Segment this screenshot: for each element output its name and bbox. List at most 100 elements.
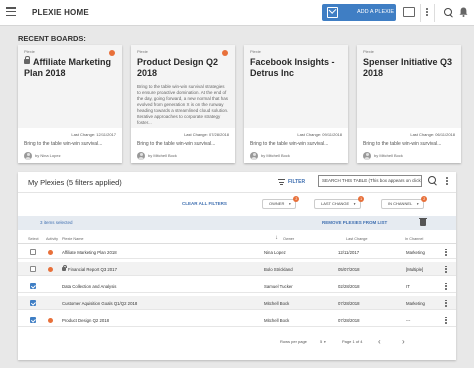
column-header-channel[interactable]: In Channel	[405, 237, 423, 241]
board-card[interactable]: Plexie Facebook Insights - Detrus Inc Last…	[244, 45, 348, 163]
present-icon[interactable]	[403, 7, 415, 17]
board-summary: Bring to the table win-win survival...	[363, 141, 442, 147]
add-plexie-button[interactable]: ADD A PLEXIE	[322, 4, 396, 21]
table-row[interactable]: Product Design Q2 2018 Mitchell Bock 07/28…	[18, 313, 456, 327]
plexie-name[interactable]: Data Collection and Analysis	[62, 284, 116, 289]
add-plexie-label: ADD A PLEXIE	[357, 9, 394, 15]
board-owner: by Mitchell Bock	[363, 151, 403, 160]
table-row[interactable]: Financial Report Q3 2017 Bolo Strickland 0…	[18, 262, 456, 276]
row-checkbox[interactable]	[30, 282, 36, 289]
add-plexie-icon	[327, 7, 338, 18]
sort-arrow-icon[interactable]: ↓	[275, 235, 278, 241]
board-owner-name: by Mitchell Bock	[148, 153, 177, 158]
column-header-activity[interactable]: Activity	[46, 237, 58, 241]
rows-per-page-select[interactable]: 5 ▼	[320, 339, 326, 344]
search-icon[interactable]	[444, 8, 453, 17]
board-summary: Bring to the table win-win survival...	[250, 141, 329, 147]
filter-count-badge: 1	[358, 196, 365, 202]
chevron-down-icon: ▼	[323, 340, 327, 344]
row-checkbox[interactable]	[30, 265, 36, 272]
filter-button[interactable]: FILTER	[288, 179, 305, 185]
plexie-name[interactable]: Affiliate Marketing Plan 2018	[62, 250, 117, 255]
plexie-name[interactable]: Customer Aquisition Goals Q1/Q2 2018	[62, 301, 137, 306]
owner-cell: Nina Lopez	[264, 249, 286, 255]
more-icon[interactable]	[445, 316, 448, 326]
last-change-filter[interactable]: LAST CHANGE ▼ 1	[314, 196, 365, 209]
plexie-name-cell: Customer Aquisition Goals Q1/Q2 2018	[62, 301, 137, 306]
column-header-last-change[interactable]: Last Change	[346, 237, 368, 241]
board-title-text: Affiliate Marketing Plan 2018	[24, 57, 112, 78]
more-icon[interactable]	[445, 248, 448, 258]
board-card[interactable]: Plexie Product Design Q2 2018 Bring to the…	[131, 45, 235, 163]
board-title-text: Spenser Initiative Q3 2018	[363, 57, 453, 78]
clear-all-filters-link[interactable]: CLEAR ALL FILTERS	[182, 201, 227, 206]
trash-icon[interactable]	[419, 217, 427, 226]
app-title: PLEXIE HOME	[32, 8, 89, 17]
filter-icon[interactable]	[278, 179, 285, 185]
more-icon[interactable]	[426, 8, 429, 17]
channel-cell: IT	[406, 283, 410, 289]
board-summary: Bring to the table win-win survival...	[137, 141, 216, 147]
in-channel-filter[interactable]: IN CHANNEL ▼ 2	[381, 196, 428, 209]
board-card[interactable]: Plexie Spenser Initiative Q3 2018 Last Cha…	[357, 45, 461, 163]
board-card-footer: Last Change: 07/28/2018 Bring to the tabl…	[131, 128, 235, 163]
next-page-icon[interactable]: ›	[402, 337, 405, 346]
board-title: Product Design Q2 2018	[137, 57, 229, 78]
previous-page-icon[interactable]: ‹	[378, 337, 381, 346]
avatar	[137, 151, 145, 160]
last-change-cell: 12/11/2017	[338, 249, 360, 255]
avatar	[363, 151, 371, 160]
owner-filter-label: OWNER	[269, 201, 285, 206]
more-icon[interactable]	[445, 299, 448, 309]
row-checkbox[interactable]	[30, 299, 36, 306]
filter-count-badge: 2	[293, 196, 300, 202]
board-owner-name: by Mitchell Bock	[374, 153, 403, 158]
board-owner: by Nina Lopez	[24, 151, 61, 160]
menu-icon[interactable]	[6, 7, 16, 17]
owner-cell: Bolo Strickland	[264, 266, 293, 272]
filters-row: CLEAR ALL FILTERS OWNER ▼ 2 LAST CHANGE ▼ …	[18, 192, 456, 212]
board-card-footer: Last Change: 12/11/2017 Bring to the tabl…	[18, 128, 122, 163]
notifications-icon[interactable]	[459, 7, 468, 17]
table-title: My Plexies (5 filters applied)	[28, 178, 122, 187]
column-header-owner[interactable]: Owner	[283, 237, 294, 241]
row-checkbox[interactable]	[30, 316, 36, 323]
board-card[interactable]: Plexie Affiliate Marketing Plan 2018 Last …	[18, 45, 122, 163]
search-icon[interactable]	[428, 176, 437, 185]
board-type: Plexie	[137, 49, 148, 54]
table-search-input[interactable]: SEARCH THIS TABLE (This box appears on c…	[318, 175, 422, 187]
recent-boards-title: RECENT BOARDS:	[18, 34, 86, 43]
board-owner: by Mitchell Bock	[137, 151, 177, 160]
board-card-header: Plexie Facebook Insights - Detrus Inc	[244, 45, 348, 128]
page-info: Page 1 of 4	[342, 339, 363, 344]
board-description: Bring to the table win-win survival stra…	[137, 84, 229, 125]
last-change-filter-label: LAST CHANGE	[321, 201, 350, 206]
plexie-name[interactable]: Financial Report Q3 2017	[68, 267, 117, 272]
plexie-name-cell: Product Design Q2 2018	[62, 318, 109, 323]
board-last-change: Last Change: 06/11/2018	[410, 132, 455, 137]
last-change-cell: 05/07/2018	[338, 266, 360, 272]
owner-filter[interactable]: OWNER ▼ 2	[262, 196, 300, 209]
board-card-footer: Last Change: 09/11/2018 Bring to the tabl…	[244, 128, 348, 163]
activity-dot-icon	[48, 317, 53, 323]
table-row[interactable]: Data Collection and Analysis Samuel Tucke…	[18, 279, 456, 293]
remove-plexies-button[interactable]: REMOVE PLEXIES FROM LIST	[322, 220, 387, 225]
table-header: Select Activity Plexie Name ↓ Owner Last…	[18, 234, 456, 244]
rows-per-page-value: 5	[320, 339, 323, 344]
table-row[interactable]: Affiliate Marketing Plan 2018 Nina Lopez 1…	[18, 245, 456, 259]
board-title: Facebook Insights - Detrus Inc	[250, 57, 342, 78]
lock-icon	[24, 56, 30, 64]
row-checkbox[interactable]	[30, 248, 36, 255]
plexie-name[interactable]: Product Design Q2 2018	[62, 318, 109, 323]
avatar	[250, 151, 258, 160]
filter-count-badge: 2	[421, 196, 428, 202]
last-change-cell: 07/28/2018	[338, 300, 360, 306]
more-icon[interactable]	[445, 265, 448, 275]
column-header-select: Select	[28, 237, 39, 241]
column-header-name[interactable]: Plexie Name	[62, 237, 84, 241]
board-title: Spenser Initiative Q3 2018	[363, 57, 455, 78]
more-icon[interactable]	[446, 177, 449, 186]
table-row[interactable]: Customer Aquisition Goals Q1/Q2 2018 Mitc…	[18, 296, 456, 310]
owner-cell: Mitchell Bock	[264, 300, 290, 306]
more-icon[interactable]	[445, 282, 448, 292]
